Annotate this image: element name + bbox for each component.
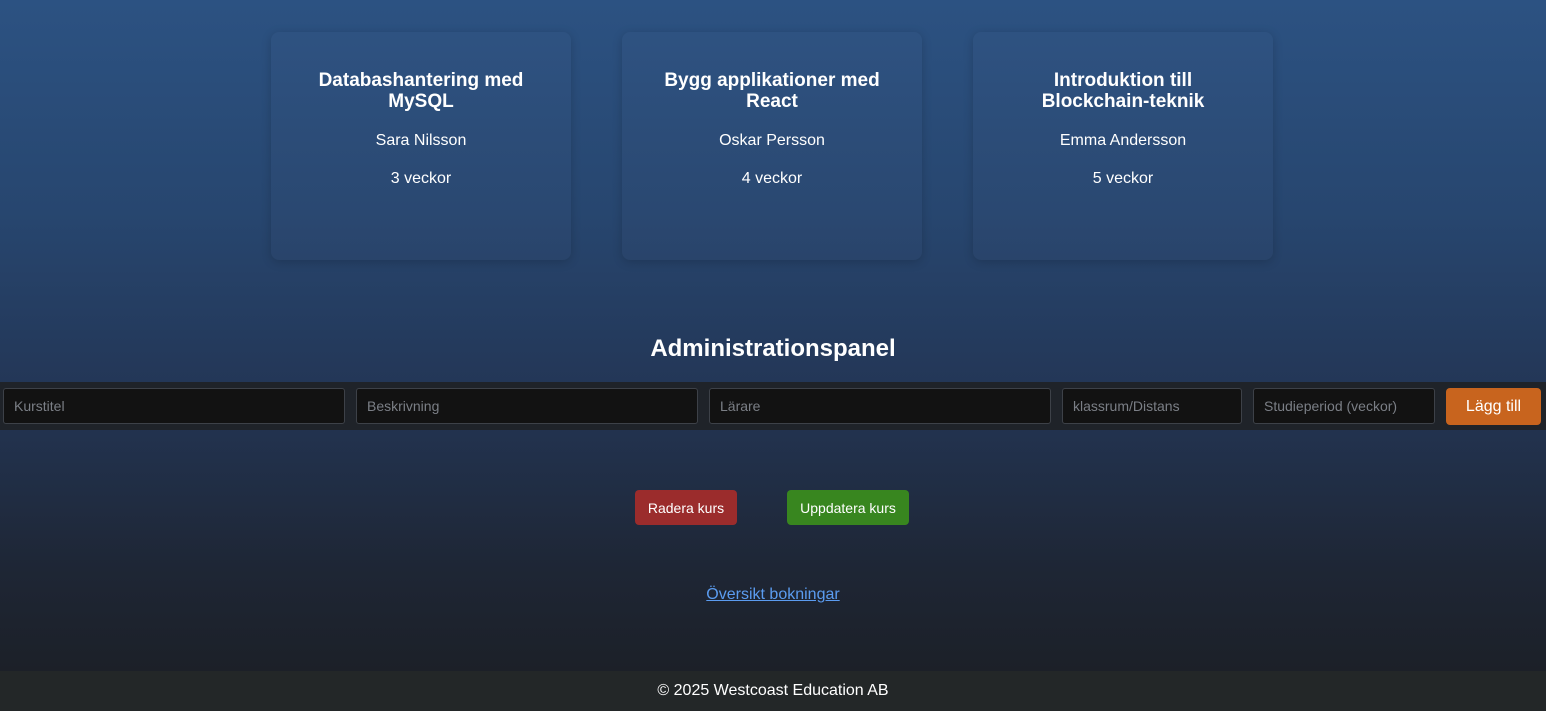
course-teacher: Oskar Persson: [719, 132, 825, 149]
bookings-overview-link[interactable]: Översikt bokningar: [706, 586, 839, 603]
course-period-input[interactable]: [1253, 388, 1435, 424]
course-card-list: Databashantering med MySQL Sara Nilsson …: [271, 32, 1273, 260]
delete-course-button[interactable]: Radera kurs: [635, 490, 737, 525]
course-title: Introduktion till Blockchain-teknik: [1041, 70, 1205, 112]
course-teacher-input[interactable]: [709, 388, 1051, 424]
course-title: Databashantering med MySQL: [318, 70, 524, 112]
footer: © 2025 Westcoast Education AB: [0, 671, 1546, 711]
add-course-form: Lägg till: [0, 382, 1546, 430]
add-course-button[interactable]: Lägg till: [1446, 388, 1541, 425]
course-description-input[interactable]: [356, 388, 698, 424]
course-card[interactable]: Databashantering med MySQL Sara Nilsson …: [271, 32, 571, 260]
footer-copyright: © 2025 Westcoast Education AB: [657, 682, 889, 699]
course-duration: 4 veckor: [741, 170, 803, 187]
course-duration: 3 veckor: [390, 170, 452, 187]
course-title-input[interactable]: [3, 388, 345, 424]
course-location-input[interactable]: [1062, 388, 1242, 424]
course-title: Bygg applikationer med React: [664, 70, 880, 112]
course-teacher: Emma Andersson: [1059, 132, 1187, 149]
course-teacher: Sara Nilsson: [375, 132, 467, 149]
course-duration: 5 veckor: [1092, 170, 1154, 187]
update-course-button[interactable]: Uppdatera kurs: [787, 490, 909, 525]
course-card[interactable]: Bygg applikationer med React Oskar Perss…: [622, 32, 922, 260]
bookings-link-container: Översikt bokningar: [0, 585, 1546, 605]
admin-panel-heading: Administrationspanel: [650, 335, 896, 362]
course-card[interactable]: Introduktion till Blockchain-teknik Emma…: [973, 32, 1273, 260]
